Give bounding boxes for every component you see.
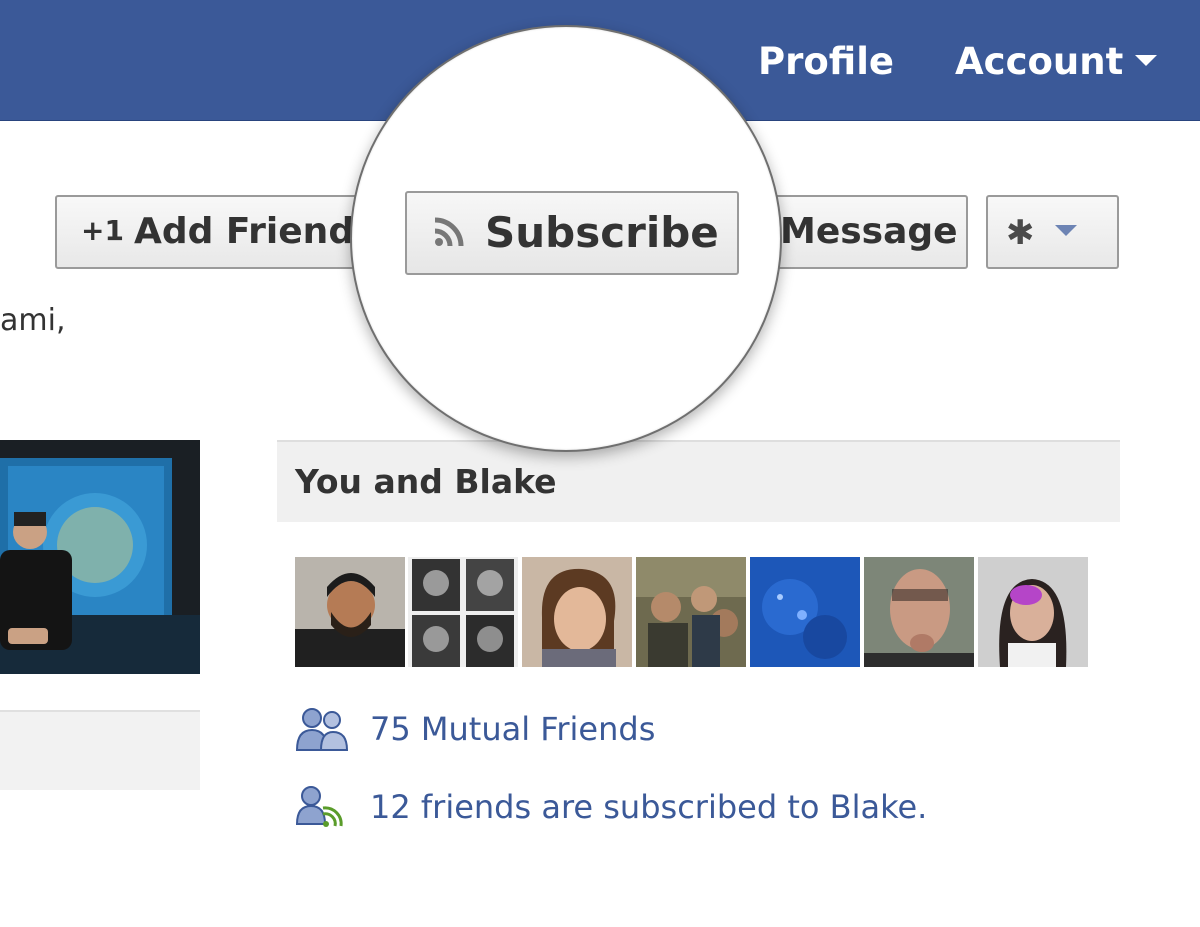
friend-avatar [864,557,974,667]
mutual-friends-link[interactable]: 75 Mutual Friends [370,710,655,748]
gear-icon: ✱ [1006,213,1035,253]
friends-icon [295,708,349,751]
chevron-down-icon [1054,224,1077,236]
mutual-friend-photo[interactable] [978,557,1088,667]
add-friend-label: Add Friend [133,211,355,252]
nav-profile-link[interactable]: Profile [758,40,894,84]
subscribe-label: Subscribe [485,208,719,257]
friend-avatar [750,557,860,667]
add-friend-button[interactable]: +1 Add Friend [55,195,385,269]
friend-avatar [636,557,746,667]
nav-account-menu[interactable]: Account [955,40,1158,84]
subscriber-icon [295,786,343,827]
rss-icon [433,194,465,274]
mutual-friend-photo[interactable] [295,557,405,667]
mutual-friend-photo[interactable] [408,557,518,667]
mutual-friend-photo[interactable] [636,557,746,667]
friend-avatar [978,557,1088,667]
profile-intro-text: ami, [0,303,66,338]
subscribed-friends-link[interactable]: 12 friends are subscribed to Blake. [370,788,927,826]
subscribe-button[interactable]: Subscribe [405,191,739,275]
profile-photo-image [0,440,200,674]
message-label: Message [780,211,958,252]
friend-avatar [408,557,518,667]
section-title: You and Blake [295,462,557,501]
profile-photo[interactable] [0,440,200,674]
mutual-friend-photo[interactable] [864,557,974,667]
chevron-down-icon [1135,55,1158,66]
plus-one-icon: +1 [81,214,124,247]
nav-account-label: Account [955,40,1124,83]
you-and-section-header: You and Blake [277,440,1120,522]
friend-avatar [522,557,632,667]
friend-avatar [295,557,405,667]
mutual-friend-photo[interactable] [750,557,860,667]
photo-caption-bar [0,710,200,790]
settings-dropdown-button[interactable]: ✱ [986,195,1119,269]
mutual-friend-photo[interactable] [522,557,632,667]
